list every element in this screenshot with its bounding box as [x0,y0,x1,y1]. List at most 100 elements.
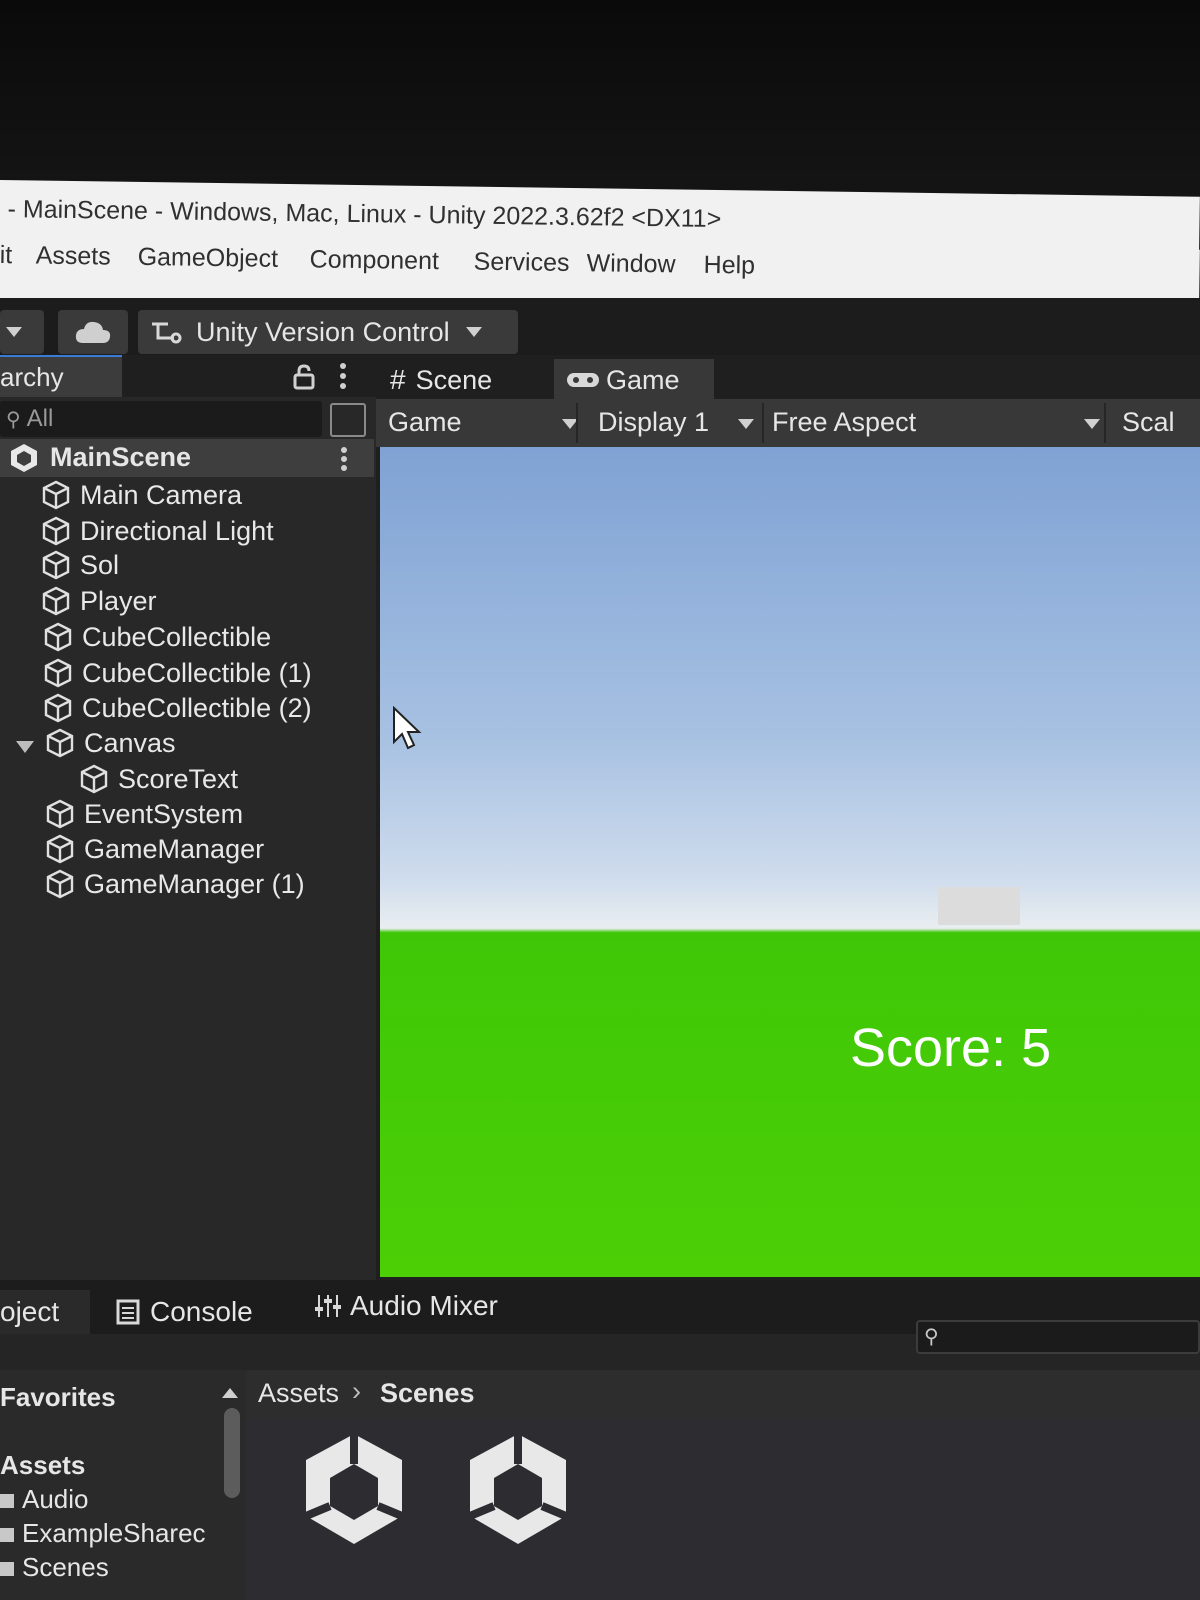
menu-services[interactable]: Services [473,248,569,278]
menu-gameobject[interactable]: GameObject [137,243,278,274]
gameobject-cube-icon [44,658,72,688]
gameobject-cube-icon [46,869,74,899]
hierarchy-item-label: Directional Light [80,515,274,546]
tab-audio-mixer[interactable]: Audio Mixer [314,1284,498,1328]
hierarchy-item-label: ScoreText [118,763,239,794]
tab-scene-label: Scene [415,364,493,395]
folder-label: ExampleSharec [22,1518,206,1548]
gameobject-cube-icon [42,480,70,510]
project-search-input[interactable]: ⚲ [916,1320,1200,1354]
menu-edit[interactable]: it [0,241,12,270]
aspect-label: Free Aspect [772,407,917,437]
folder-example-shared[interactable]: ExampleSharec [0,1518,206,1549]
hierarchy-item[interactable]: Player [40,585,157,617]
tab-hierarchy[interactable]: archy [0,355,122,397]
folder-icon [0,1562,14,1576]
score-text: Score: 5 [850,1018,1052,1078]
hierarchy-item[interactable]: CubeCollectible (1) [42,657,312,689]
hierarchy-item[interactable]: ScoreText [78,763,238,795]
aspect-dropdown[interactable]: Free Aspect [772,407,1102,438]
gameobject-cube-icon [42,586,70,616]
hierarchy-item[interactable]: GameManager [44,833,264,865]
breadcrumb: Assets › Scenes [246,1370,1200,1418]
view-mode-dropdown[interactable]: Game [388,407,578,438]
version-control-label: Unity Version Control [196,316,450,347]
gameobject-cube-icon [42,516,70,546]
mixer-icon [315,1295,341,1317]
tab-game-label: Game [606,364,680,395]
hierarchy-item[interactable]: Sol [40,549,119,581]
divider [1104,403,1106,443]
folder-audio[interactable]: Audio [0,1484,89,1515]
favorites-label[interactable]: Favorites [0,1382,116,1413]
scene-options-icon[interactable] [338,445,350,473]
screen: - MainScene - Windows, Mac, Linux - Unit… [0,0,1200,1600]
search-icon: ⚲ [924,1326,939,1348]
tab-scene[interactable]: # Scene [390,359,492,401]
gameobject-cube-icon [46,834,74,864]
display-dropdown[interactable]: Display 1 [598,407,758,438]
tree-scrollbar[interactable] [224,1408,240,1498]
folder-label: Scenes [22,1552,109,1582]
search-filter-label: All [26,405,54,432]
folder-label: Audio [22,1484,89,1514]
lock-icon[interactable] [292,363,316,391]
console-icon [116,1299,140,1325]
project-folder-tree: Favorites Assets Audio ExampleSharec Sce… [0,1370,246,1600]
hierarchy-item-label: CubeCollectible (2) [82,692,312,723]
gameobject-cube-icon [42,550,70,580]
tab-console[interactable]: Console [116,1290,253,1334]
tab-audio-mixer-label: Audio Mixer [350,1290,498,1321]
grid-icon: # [390,364,406,395]
cloud-button[interactable] [58,310,128,354]
gameobject-cube-icon [46,728,74,758]
hierarchy-item[interactable]: CubeCollectible [42,621,271,653]
tab-project[interactable]: oject [0,1290,90,1334]
hierarchy-item[interactable]: GameManager (1) [44,868,305,900]
chevron-down-icon [1084,419,1100,429]
game-viewport[interactable]: Score: 5 [380,447,1200,1277]
folder-scenes[interactable]: Scenes [0,1552,109,1583]
scene-header-row[interactable]: MainScene [0,439,374,477]
chevron-up-icon[interactable] [222,1388,238,1398]
tab-project-label: oject [0,1296,60,1327]
hierarchy-item-label: EventSystem [84,798,244,829]
gameobject-cube-icon [44,622,72,652]
unity-scene-asset-icon[interactable] [462,1430,574,1550]
hierarchy-item[interactable]: Canvas [44,727,176,759]
folder-icon [0,1528,14,1542]
menu-help[interactable]: Help [703,251,755,281]
scene-name: MainScene [50,442,192,472]
divider [576,403,578,443]
account-dropdown[interactable] [0,310,44,354]
hierarchy-item[interactable]: Directional Light [40,515,274,547]
menu-window[interactable]: Window [586,249,675,279]
hierarchy-search-input[interactable]: ⚲ All [0,401,322,437]
expand-triangle-icon[interactable] [16,741,34,753]
chevron-down-icon [465,327,482,337]
assets-root[interactable]: Assets [0,1450,85,1481]
tab-game[interactable]: Game [554,359,714,401]
hierarchy-item[interactable]: CubeCollectible (2) [42,692,312,724]
scene-search-button[interactable] [330,403,366,437]
gameobject-cube-icon [80,764,108,794]
hierarchy-item[interactable]: Main Camera [40,479,242,511]
tab-console-label: Console [150,1296,253,1327]
branch-icon [152,322,182,344]
main-toolbar: Unity Version Control [0,298,1200,360]
menu-assets[interactable]: Assets [35,242,110,272]
breadcrumb-assets[interactable]: Assets [258,1378,339,1409]
view-mode-label: Game [388,407,462,437]
version-control-dropdown[interactable]: Unity Version Control [138,310,518,354]
hierarchy-item-label: Main Camera [80,479,243,510]
unity-scene-icon [11,444,37,472]
breadcrumb-scenes[interactable]: Scenes [380,1378,475,1409]
hierarchy-item[interactable]: EventSystem [44,798,243,830]
unity-scene-asset-icon[interactable] [298,1430,410,1550]
more-options-icon[interactable] [336,361,350,391]
menu-component[interactable]: Component [309,245,439,276]
mouse-cursor-icon [393,706,422,750]
scale-slider-label[interactable]: Scal [1122,407,1175,438]
hierarchy-item-label: CubeCollectible [82,621,272,652]
chevron-down-icon [738,419,754,429]
